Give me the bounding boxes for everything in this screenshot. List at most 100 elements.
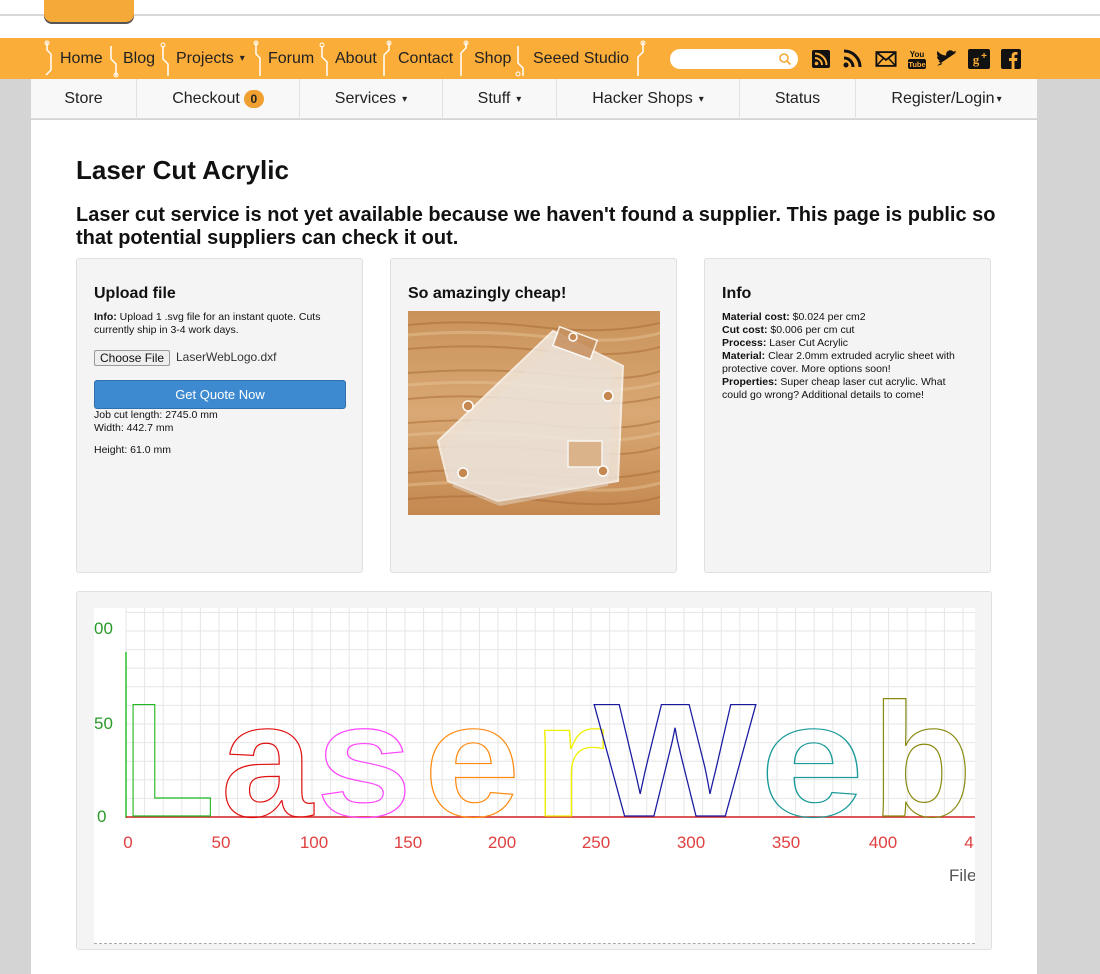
circuit-trace-icon xyxy=(44,40,52,76)
info-panel: Info Material cost: $0.024 per cm2 Cut c… xyxy=(704,258,991,573)
upload-heading: Upload file xyxy=(94,285,176,302)
search-icon[interactable] xyxy=(778,52,792,66)
search-box xyxy=(670,49,798,69)
svg-text:Tube: Tube xyxy=(908,60,925,69)
info-row: Properties: Super cheap laser cut acryli… xyxy=(722,376,972,402)
circuit-trace-icon xyxy=(383,40,392,76)
facebook-icon[interactable] xyxy=(1000,48,1022,70)
circuit-trace-icon xyxy=(160,42,169,76)
info-row-value: $0.024 per cm2 xyxy=(789,311,866,323)
circuit-trace-icon xyxy=(253,40,261,76)
nav-shop[interactable]: Shop xyxy=(474,38,511,79)
mail-icon[interactable] xyxy=(875,48,897,70)
nav-seeed-studio[interactable]: Seeed Studio xyxy=(533,38,629,79)
subnav-hacker-shops[interactable]: Hacker Shops ▾ xyxy=(557,79,740,119)
info-row-label: Process: xyxy=(722,337,767,349)
rss-square-icon[interactable] xyxy=(810,48,832,70)
divider xyxy=(0,14,1100,16)
nav-seeed-studio-label: Seeed Studio xyxy=(533,49,630,67)
nav-contact[interactable]: Contact xyxy=(398,38,453,79)
chevron-down-icon: ▾ xyxy=(516,93,522,105)
info-row: Cut cost: $0.006 per cm cut xyxy=(722,324,972,337)
subnav-store[interactable]: Store xyxy=(31,79,137,119)
subnav-status[interactable]: Status xyxy=(740,79,856,119)
chevron-down-icon: ▾ xyxy=(698,93,704,105)
choose-file-button[interactable]: Choose File xyxy=(94,350,171,366)
info-row-value: $0.006 per cm cut xyxy=(767,324,855,336)
preview-letter: s xyxy=(316,670,412,851)
nav-forum-label: Forum xyxy=(268,49,315,67)
nav-forum[interactable]: Forum xyxy=(268,38,314,79)
nav-shop-label: Shop xyxy=(474,49,512,67)
subnav-checkout[interactable]: Checkout 0 xyxy=(137,79,300,119)
preview-canvas[interactable]: 00 50 0 0 50 100 150 200 250 300 350 400… xyxy=(94,608,975,944)
y-tick-label: 00 xyxy=(94,619,113,638)
top-strip xyxy=(0,0,1100,38)
main-nav: Home Blog Projects ▾ Forum About Contact … xyxy=(0,38,1100,79)
info-row-label: Material cost: xyxy=(722,311,790,323)
twitter-icon[interactable] xyxy=(937,48,959,70)
info-details: Material cost: $0.024 per cm2 Cut cost: … xyxy=(722,311,972,402)
logo-tab[interactable] xyxy=(44,0,134,22)
upload-info: Info: Upload 1 .svg file for an instant … xyxy=(94,311,344,337)
search-input[interactable] xyxy=(680,51,776,67)
promo-panel: So amazingly cheap! xyxy=(390,258,677,573)
circuit-trace-icon xyxy=(515,46,524,77)
secondary-nav: Store Checkout 0 Services ▾ Stuff ▾ Hacker … xyxy=(31,79,1037,119)
page-title: Laser Cut Acrylic xyxy=(76,155,289,185)
supplier-notice: Laser cut service is not yet available b… xyxy=(76,204,996,249)
subnav-stuff[interactable]: Stuff ▾ xyxy=(443,79,557,119)
selected-file-name: LaserWebLogo.dxf xyxy=(176,350,277,364)
nav-projects[interactable]: Projects ▾ xyxy=(176,38,245,79)
y-tick-label: 50 xyxy=(94,714,113,733)
circuit-trace-icon xyxy=(460,40,469,76)
youtube-icon[interactable]: You Tube xyxy=(906,48,928,70)
nav-home[interactable]: Home xyxy=(60,38,103,79)
info-heading: Info xyxy=(722,285,752,302)
acrylic-sample-photo xyxy=(408,311,660,515)
svg-text:+: + xyxy=(981,51,987,62)
circuit-trace-icon xyxy=(319,42,328,76)
info-row: Process: Laser Cut Acrylic xyxy=(722,337,972,350)
subnav-hacker-shops-label: Hacker Shops xyxy=(592,90,693,107)
circuit-trace-icon xyxy=(637,40,646,76)
rss-icon[interactable] xyxy=(842,48,864,70)
y-tick-label: 0 xyxy=(97,807,106,826)
job-height: Height: 61.0 mm xyxy=(94,444,172,456)
info-row-label: Material: xyxy=(722,350,766,362)
main-content: Laser Cut Acrylic Laser cut service is n… xyxy=(31,120,1037,974)
upload-info-text: Upload 1 .svg file for an instant quote.… xyxy=(94,311,321,336)
get-quote-button[interactable]: Get Quote Now xyxy=(94,380,346,409)
upload-info-label: Info: xyxy=(94,311,117,323)
subnav-register-login-label: Register/Login xyxy=(891,90,995,107)
subnav-register-login[interactable]: Register/Login ▾ xyxy=(856,79,1037,119)
cart-count-badge: 0 xyxy=(243,90,264,108)
info-row: Material cost: $0.024 per cm2 xyxy=(722,311,972,324)
preview-corner-label: File xyxy=(949,866,975,885)
nav-blog[interactable]: Blog xyxy=(123,38,155,79)
subnav-checkout-label: Checkout xyxy=(172,90,240,107)
nav-home-label: Home xyxy=(60,49,103,67)
file-preview-panel: 00 50 0 0 50 100 150 200 250 300 350 400… xyxy=(76,591,992,950)
nav-about-label: About xyxy=(335,49,377,67)
job-width: Width: 442.7 mm xyxy=(94,422,174,434)
google-plus-icon[interactable]: g + xyxy=(968,48,990,70)
nav-projects-label: Projects xyxy=(176,49,234,67)
nav-about[interactable]: About xyxy=(335,38,377,79)
svg-text:g: g xyxy=(973,52,980,67)
nav-contact-label: Contact xyxy=(398,49,454,67)
upload-panel: Upload file Info: Upload 1 .svg file for… xyxy=(76,258,363,573)
info-row-value: Laser Cut Acrylic xyxy=(766,337,849,349)
job-cut-length: Job cut length: 2745.0 mm xyxy=(94,409,218,421)
info-row-label: Cut cost: xyxy=(722,324,768,336)
chevron-down-icon: ▾ xyxy=(996,93,1002,105)
info-row: Material: Clear 2.0mm extruded acrylic s… xyxy=(722,350,972,376)
svg-text:You: You xyxy=(910,50,925,59)
laser-preview-svg: 00 50 0 0 50 100 150 200 250 300 350 400… xyxy=(94,608,975,885)
preview-letter: b xyxy=(872,670,972,851)
subnav-services[interactable]: Services ▾ xyxy=(300,79,443,119)
nav-blog-label: Blog xyxy=(123,49,156,67)
chevron-down-icon: ▾ xyxy=(402,93,408,105)
preview-letter: W xyxy=(594,670,756,851)
preview-letter: e xyxy=(424,670,520,851)
